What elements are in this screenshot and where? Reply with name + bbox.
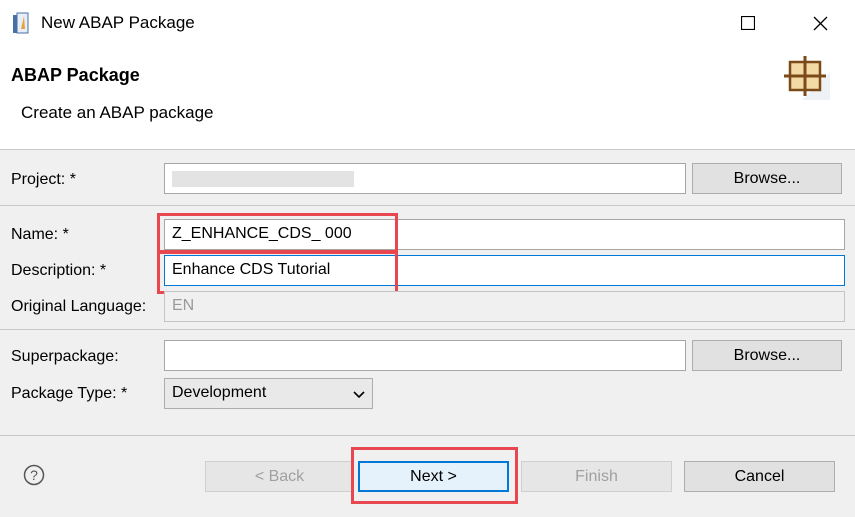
project-browse-button[interactable]: Browse... <box>692 163 842 194</box>
page-description: Create an ABAP package <box>21 103 214 122</box>
help-icon: ? <box>23 464 45 486</box>
package-type-label: Package Type: * <box>11 385 128 402</box>
close-icon <box>813 16 827 30</box>
project-redacted-block <box>172 171 354 187</box>
description-label: Description: * <box>11 262 107 279</box>
back-button[interactable]: < Back <box>205 461 354 492</box>
description-input[interactable]: Enhance CDS Tutorial <box>164 255 845 286</box>
help-button[interactable]: ? <box>23 464 45 486</box>
name-input[interactable]: Z_ENHANCE_CDS_ 000 <box>164 219 845 250</box>
superpackage-label: Superpackage: <box>11 348 119 365</box>
description-value: Enhance CDS Tutorial <box>172 261 331 278</box>
separator <box>0 205 855 206</box>
language-label: Original Language: <box>11 298 147 315</box>
name-value: Z_ENHANCE_CDS_ 000 <box>172 225 352 242</box>
page-title: ABAP Package <box>11 65 140 85</box>
chevron-down-icon <box>346 380 371 409</box>
eclipse-app-icon <box>13 12 29 34</box>
superpackage-input[interactable] <box>164 340 686 371</box>
window-title: New ABAP Package <box>41 13 195 32</box>
project-label: Project: * <box>11 171 76 188</box>
finish-button[interactable]: Finish <box>521 461 672 492</box>
wizard-header <box>0 46 855 150</box>
maximize-button[interactable] <box>725 0 771 46</box>
cancel-button[interactable]: Cancel <box>684 461 835 492</box>
maximize-icon <box>741 16 755 30</box>
separator <box>0 435 855 436</box>
language-input: EN <box>164 291 845 322</box>
next-button[interactable]: Next > <box>358 461 509 492</box>
package-wizard-icon <box>784 56 830 100</box>
close-window-button[interactable] <box>797 0 843 46</box>
name-label: Name: * <box>11 226 69 243</box>
svg-text:?: ? <box>30 467 38 483</box>
package-type-select[interactable]: Development <box>164 378 373 409</box>
package-type-value: Development <box>172 384 267 401</box>
superpackage-browse-button[interactable]: Browse... <box>692 340 842 371</box>
language-value: EN <box>172 297 195 314</box>
separator <box>0 329 855 330</box>
